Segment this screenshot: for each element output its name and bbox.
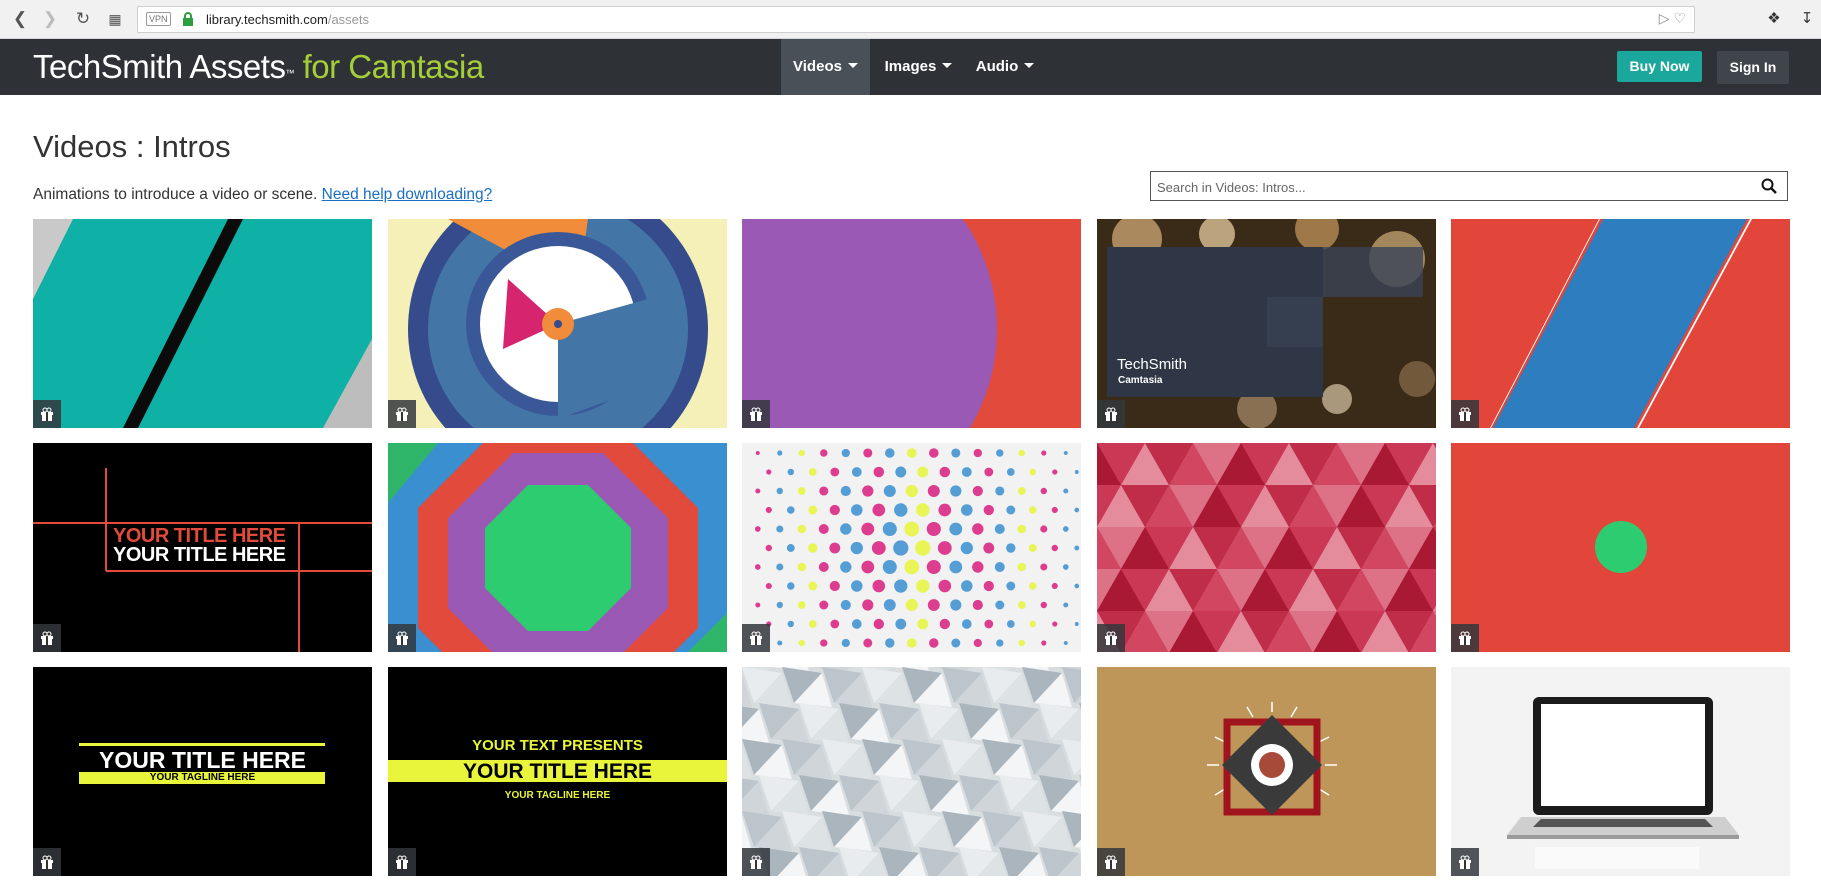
video-tile[interactable]: [1451, 219, 1790, 428]
tile-title-2: YOUR TITLE HERE: [113, 544, 286, 566]
video-tile[interactable]: [388, 443, 727, 652]
gift-badge: [742, 400, 770, 428]
gift-icon: [396, 855, 408, 869]
tile-tagline: YOUR TAGLINE HERE: [149, 772, 256, 783]
gift-icon: [1105, 407, 1117, 421]
lock-icon: [183, 12, 193, 26]
forward-icon[interactable]: ❯: [39, 8, 61, 30]
caret-down-icon: [847, 62, 858, 68]
video-tile[interactable]: [33, 219, 372, 428]
gift-icon: [41, 855, 53, 869]
url-text[interactable]: library.techsmith.com/assets: [206, 11, 369, 28]
gift-icon: [750, 407, 762, 421]
gift-badge: [388, 400, 416, 428]
video-tile[interactable]: [1097, 667, 1436, 876]
tile-text-techsmith: TechSmith: [1117, 356, 1188, 373]
reload-icon[interactable]: ↻: [72, 8, 94, 30]
gift-badge: [33, 848, 61, 876]
thumbnail-grey-poly: [742, 667, 1081, 876]
video-tile[interactable]: [1451, 443, 1790, 652]
bookmark-icons[interactable]: ▷ ♡: [1659, 10, 1686, 27]
gift-badge: [742, 624, 770, 652]
extension-icon[interactable]: ❖: [1763, 8, 1785, 30]
video-tile[interactable]: YOUR TEXT PRESENTS YOUR TITLE HERE YOUR …: [388, 667, 727, 876]
browser-toolbar: ❮ ❯ ↻ ▦ VPN library.techsmith.com/assets…: [0, 0, 1821, 39]
gift-icon: [41, 407, 53, 421]
video-tile[interactable]: [742, 667, 1081, 876]
page-title: Videos : Intros: [33, 129, 231, 164]
gift-badge: [1451, 624, 1479, 652]
gift-icon: [1105, 631, 1117, 645]
buy-now-button[interactable]: Buy Now: [1617, 51, 1702, 82]
thumbnail-dots: [742, 443, 1081, 652]
help-link[interactable]: Need help downloading?: [322, 186, 493, 203]
thumbnail-laptop: [1451, 667, 1790, 876]
page-description: Animations to introduce a video or scene…: [33, 186, 493, 203]
back-icon[interactable]: ❮: [9, 8, 31, 30]
gift-icon: [41, 631, 53, 645]
menu-audio[interactable]: Audio: [967, 39, 1043, 95]
video-tile[interactable]: [742, 443, 1081, 652]
search-input[interactable]: [1155, 174, 1739, 200]
tile-tagline: YOUR TAGLINE HERE: [504, 790, 611, 801]
speed-dial-icon[interactable]: ▦: [104, 8, 126, 30]
gift-badge: [1097, 400, 1125, 428]
gift-icon: [1105, 855, 1117, 869]
gift-icon: [750, 855, 762, 869]
thumbnail-purple-circle: [742, 219, 1081, 428]
site-header: TechSmith Assets™ for Camtasia Videos Im…: [0, 39, 1821, 95]
thumbnail-red-triangles: [1097, 443, 1436, 652]
menu-images[interactable]: Images: [875, 39, 962, 95]
gift-badge: [388, 848, 416, 876]
video-tile[interactable]: [1097, 443, 1436, 652]
video-tile[interactable]: [388, 219, 727, 428]
video-tile[interactable]: TechSmith Camtasia: [1097, 219, 1436, 428]
caret-down-icon: [1024, 62, 1035, 68]
gift-badge: [1097, 848, 1125, 876]
thumbnail-tan-target: [1097, 667, 1436, 876]
gift-icon: [750, 631, 762, 645]
vpn-badge[interactable]: VPN: [146, 12, 171, 26]
gift-badge: [742, 848, 770, 876]
tile-text-camtasia: Camtasia: [1118, 375, 1163, 386]
gift-badge: [1451, 400, 1479, 428]
address-bar[interactable]: VPN library.techsmith.com/assets ▷ ♡: [137, 6, 1695, 33]
gift-icon: [1459, 855, 1471, 869]
thumbnail-red-blue-stripe: [1451, 219, 1790, 428]
video-tile[interactable]: [1451, 667, 1790, 876]
search-icon[interactable]: [1761, 178, 1777, 194]
thumbnail-blue-circles: [388, 219, 727, 428]
search-box[interactable]: [1150, 171, 1788, 201]
gift-icon: [396, 631, 408, 645]
gift-icon: [396, 407, 408, 421]
tile-title: YOUR TITLE HERE: [98, 747, 306, 773]
tile-presents: YOUR TEXT PRESENTS: [472, 737, 643, 754]
download-icon[interactable]: ↧: [1796, 8, 1818, 30]
gift-badge: [1451, 848, 1479, 876]
gift-icon: [1459, 631, 1471, 645]
brand-logo[interactable]: TechSmith Assets™ for Camtasia: [33, 48, 484, 86]
thumbnail-teal-diagonal: [33, 219, 372, 428]
gift-badge: [33, 624, 61, 652]
thumbnail-octagon: [388, 443, 727, 652]
gift-icon: [1459, 407, 1471, 421]
video-tile[interactable]: [742, 219, 1081, 428]
gift-badge: [33, 400, 61, 428]
thumbnail-bokeh-techsmith: [1097, 219, 1436, 428]
video-tile[interactable]: YOUR TITLE HERE YOUR TAGLINE HERE: [33, 667, 372, 876]
menu-videos[interactable]: Videos: [781, 39, 870, 95]
gift-badge: [1097, 624, 1125, 652]
sign-in-button[interactable]: Sign In: [1717, 51, 1789, 84]
tile-title: YOUR TITLE HERE: [462, 760, 652, 783]
caret-down-icon: [942, 62, 953, 68]
thumbnail-red-green-dot: [1451, 443, 1790, 652]
gift-badge: [388, 624, 416, 652]
video-tile[interactable]: YOUR TITLE HERE YOUR TITLE HERE: [33, 443, 372, 652]
